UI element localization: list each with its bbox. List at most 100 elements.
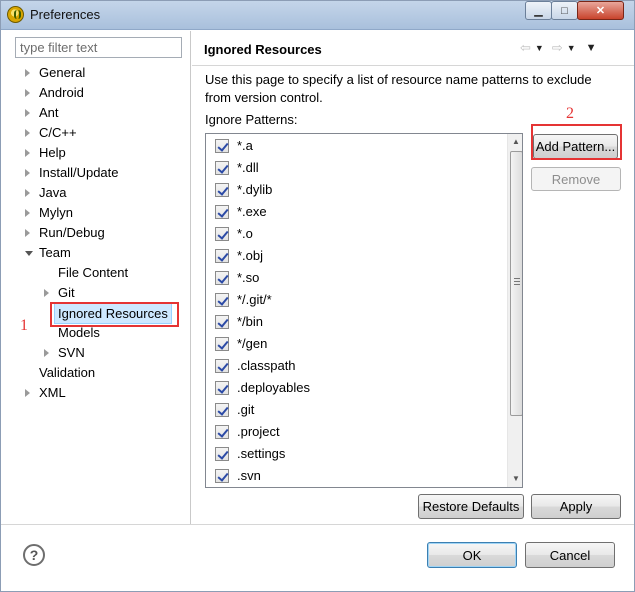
expand-arrow-icon[interactable] (25, 109, 30, 117)
eclipse-app-icon (7, 6, 24, 23)
expand-arrow-icon[interactable] (25, 149, 30, 157)
window-title: Preferences (30, 7, 101, 22)
tree-item-label: Team (39, 245, 71, 260)
preference-tree-panel: General Android Ant C/C++ Help Install/U… (1, 31, 191, 524)
scrollbar-thumb[interactable] (510, 151, 522, 416)
expand-arrow-icon[interactable] (25, 169, 30, 177)
scroll-down-arrow-icon[interactable]: ▼ (508, 471, 522, 487)
pattern-label: *.dll (237, 160, 259, 175)
forward-arrow-icon[interactable]: ⇨ (552, 40, 563, 56)
remove-button[interactable]: Remove (531, 167, 621, 191)
close-icon: ✕ (595, 5, 606, 17)
ignore-patterns-list[interactable]: *.a *.dll *.dylib *.exe *.o *.obj *.so *… (205, 133, 523, 488)
page-navigation: ⇦ ▼ ⇨ ▼ ▼ (520, 40, 597, 56)
pattern-checkbox[interactable] (215, 359, 229, 373)
list-item[interactable]: *.exe (206, 201, 506, 223)
pattern-label: *.obj (237, 248, 264, 263)
grip-icon (514, 278, 520, 285)
expand-arrow-icon[interactable] (25, 69, 30, 77)
expand-arrow-icon[interactable] (25, 229, 30, 237)
ok-button[interactable]: OK (427, 542, 517, 568)
restore-defaults-button[interactable]: Restore Defaults (418, 494, 524, 519)
maximize-icon: □ (561, 4, 568, 17)
tree-item-validation[interactable]: Validation (39, 363, 95, 382)
list-item[interactable]: .project (206, 421, 506, 443)
pattern-checkbox[interactable] (215, 469, 229, 483)
forward-dropdown-icon[interactable]: ▼ (567, 43, 576, 53)
pattern-checkbox[interactable] (215, 447, 229, 461)
expand-arrow-icon[interactable] (25, 189, 30, 197)
annotation-number-2: 2 (566, 105, 574, 122)
pattern-checkbox[interactable] (215, 161, 229, 175)
list-item[interactable]: .git (206, 399, 506, 421)
tree-item-label: Validation (39, 365, 96, 380)
close-button[interactable]: ✕ (577, 1, 624, 20)
vertical-scrollbar[interactable]: ▲ ▼ (507, 134, 522, 487)
tree-item-label: General (39, 65, 86, 80)
minimize-button[interactable]: ▁ (525, 1, 552, 20)
pattern-label: .deployables (237, 380, 310, 395)
pattern-label: .classpath (237, 358, 296, 373)
pattern-label: *.o (237, 226, 253, 241)
list-item[interactable]: .svn (206, 465, 506, 487)
list-item[interactable]: .deployables (206, 377, 506, 399)
pattern-label: .svn (237, 468, 261, 483)
tree-item-file-content[interactable]: File Content (58, 263, 128, 282)
back-dropdown-icon[interactable]: ▼ (535, 43, 544, 53)
pattern-label: */bin (237, 314, 264, 329)
list-item[interactable]: */gen (206, 333, 506, 355)
pattern-checkbox[interactable] (215, 205, 229, 219)
maximize-button[interactable]: □ (551, 1, 578, 20)
pattern-checkbox[interactable] (215, 271, 229, 285)
pattern-checkbox[interactable] (215, 315, 229, 329)
expand-arrow-icon[interactable] (25, 129, 30, 137)
apply-button[interactable]: Apply (531, 494, 621, 519)
list-item[interactable]: .settings (206, 443, 506, 465)
scroll-up-arrow-icon[interactable]: ▲ (508, 134, 522, 150)
tree-item-label: XML (39, 385, 66, 400)
expand-arrow-icon[interactable] (44, 289, 49, 297)
list-item[interactable]: *.a (206, 135, 506, 157)
cancel-button[interactable]: Cancel (525, 542, 615, 568)
list-item[interactable]: *.dll (206, 157, 506, 179)
list-item[interactable]: *.dylib (206, 179, 506, 201)
expand-arrow-icon[interactable] (44, 349, 49, 357)
pattern-checkbox[interactable] (215, 381, 229, 395)
back-arrow-icon[interactable]: ⇦ (520, 40, 531, 56)
help-icon[interactable]: ? (23, 544, 45, 566)
list-item[interactable]: *.o (206, 223, 506, 245)
pattern-checkbox[interactable] (215, 403, 229, 417)
expand-arrow-icon[interactable] (25, 89, 30, 97)
minimize-icon: ▁ (534, 5, 543, 17)
list-item[interactable]: *.obj (206, 245, 506, 267)
tree-item-label: Install/Update (39, 165, 119, 180)
tree-item-label: File Content (58, 265, 129, 280)
pattern-label: .project (237, 424, 280, 439)
list-item[interactable]: */bin (206, 311, 506, 333)
view-menu-icon[interactable]: ▼ (586, 42, 597, 54)
ignore-patterns-label: Ignore Patterns: (205, 112, 298, 127)
filter-input[interactable] (15, 37, 182, 58)
pattern-checkbox[interactable] (215, 293, 229, 307)
collapse-arrow-icon[interactable] (25, 251, 33, 256)
pattern-label: */.git/* (237, 292, 272, 307)
pattern-checkbox[interactable] (215, 249, 229, 263)
cancel-label: Cancel (549, 547, 591, 563)
ok-label: OK (462, 547, 482, 563)
footer-divider (0, 524, 635, 525)
expand-arrow-icon[interactable] (25, 209, 30, 217)
annotation-box-2 (531, 124, 622, 160)
annotation-number-1: 1 (20, 317, 28, 334)
expand-arrow-icon[interactable] (25, 389, 30, 397)
pattern-checkbox[interactable] (215, 139, 229, 153)
pattern-checkbox[interactable] (215, 183, 229, 197)
list-item[interactable]: *.so (206, 267, 506, 289)
pattern-checkbox[interactable] (215, 227, 229, 241)
tree-item-label: Models (58, 325, 100, 340)
tree-item-label: Java (39, 185, 67, 200)
pattern-checkbox[interactable] (215, 337, 229, 351)
pattern-label: *.a (237, 138, 253, 153)
list-item[interactable]: .classpath (206, 355, 506, 377)
list-item[interactable]: */.git/* (206, 289, 506, 311)
pattern-checkbox[interactable] (215, 425, 229, 439)
